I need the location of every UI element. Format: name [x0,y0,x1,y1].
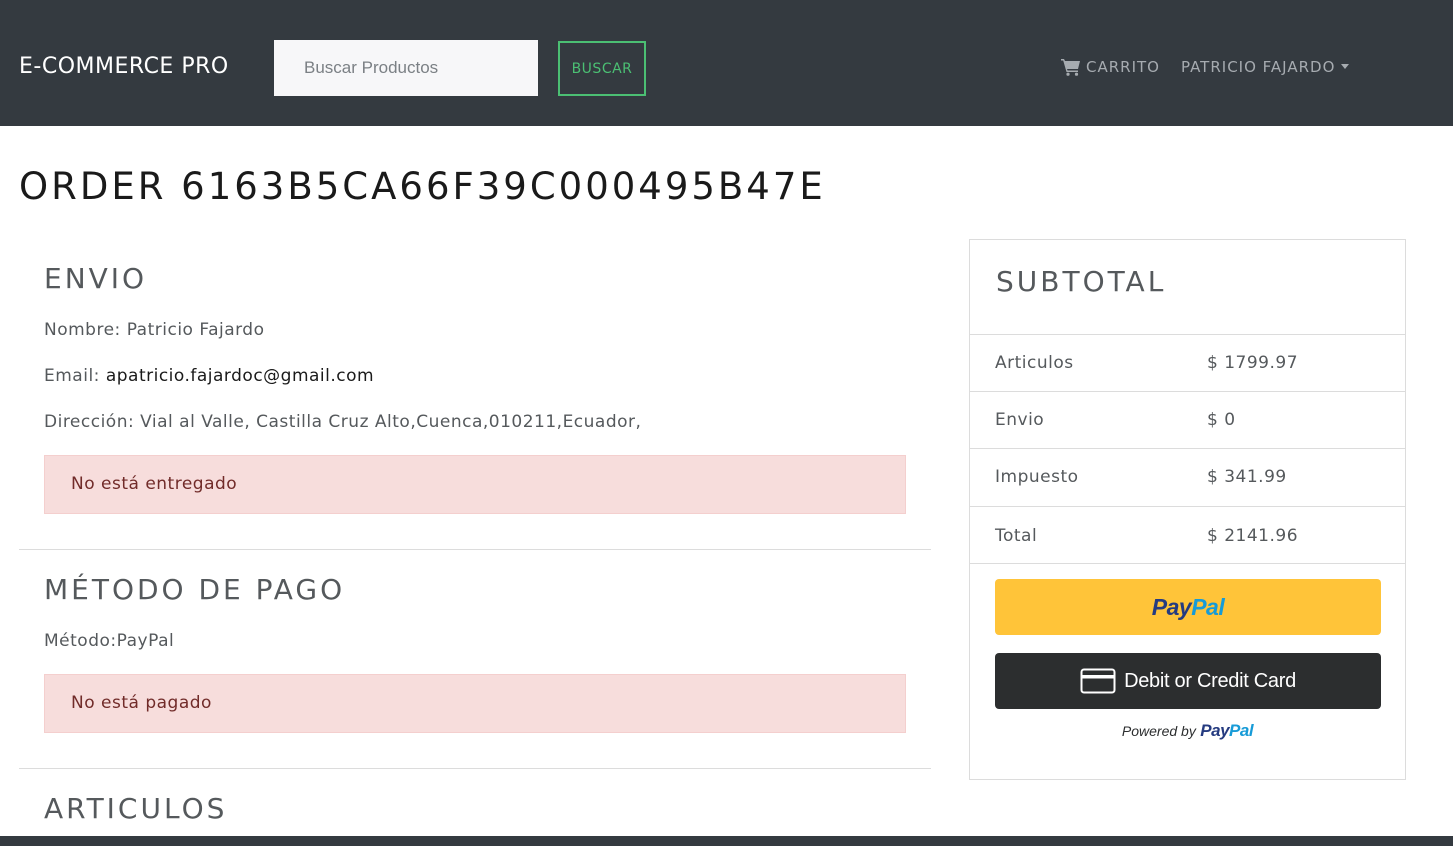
summary-row-label: Total [995,526,1038,546]
shipping-heading: ENVIO [44,262,148,295]
shipping-name-label: Nombre: [44,320,121,340]
divider [19,549,931,550]
shipping-address: Dirección: Vial al Valle, Castilla Cruz … [44,410,641,434]
search-input[interactable] [274,40,538,96]
divider [970,563,1405,564]
search-button[interactable]: BUSCAR [558,41,646,96]
nav-cart-label: CARRITO [1086,58,1160,76]
user-menu-label: PATRICIO FAJARDO [1181,58,1336,76]
payment-heading: MÉTODO DE PAGO [44,573,346,606]
divider [19,768,931,769]
shipping-email-link[interactable]: apatricio.fajardoc@gmail.com [106,366,374,386]
summary-heading: SUBTOTAL [996,265,1167,298]
paypal-logo-small: PayPal [1200,721,1254,740]
summary-row-value: $ 2141.96 [1207,526,1299,546]
summary-row-label: Articulos [995,353,1074,373]
delivery-status-alert: No está entregado [44,455,906,514]
user-menu-dropdown[interactable]: PATRICIO FAJARDO [1181,57,1350,77]
powered-by-text: Powered by [1121,723,1196,739]
shipping-email-label: Email: [44,366,100,386]
footer-bar [0,836,1453,846]
shipping-name: Nombre: Patricio Fajardo [44,318,265,342]
summary-row-value: $ 1799.97 [1207,353,1299,373]
summary-row-value: $ 341.99 [1207,467,1287,487]
payment-method: Método:PayPal [44,629,174,653]
credit-card-icon [1080,668,1116,694]
brand-logo[interactable]: E-COMMERCE PRO [19,53,229,81]
payment-status-alert: No está pagado [44,674,906,733]
paypal-logo: PayPal [1151,593,1225,620]
page-title: ORDER 6163B5CA66F39C000495B47E [19,165,826,208]
summary-row-label: Envio [995,410,1045,430]
summary-row-items: Articulos $ 1799.97 [970,334,1405,391]
debit-credit-card-label: Debit or Credit Card [1124,669,1296,692]
caret-down-icon [1341,63,1350,69]
nav-cart-link[interactable]: CARRITO [1061,57,1160,77]
payment-method-label: Método: [44,631,117,651]
payment-method-value: PayPal [116,631,175,651]
shipping-address-value: Vial al Valle, Castilla Cruz Alto,Cuenca… [140,412,642,432]
summary-row-shipping: Envio $ 0 [970,391,1405,448]
shopping-cart-icon [1061,59,1080,76]
shipping-email: Email: apatricio.fajardoc@gmail.com [44,364,374,388]
shipping-name-value: Patricio Fajardo [126,320,265,340]
shipping-address-label: Dirección: [44,412,135,432]
powered-by-paypal: Powered by PayPal [970,721,1405,741]
summary-row-label: Impuesto [995,467,1079,487]
summary-row-value: $ 0 [1207,410,1236,430]
items-heading: ARTICULOS [44,792,228,825]
order-summary-card: SUBTOTAL Articulos $ 1799.97 Envio $ 0 I… [969,239,1406,780]
summary-row-tax: Impuesto $ 341.99 [970,448,1405,506]
paypal-button[interactable]: PayPal [995,579,1381,635]
summary-row-total: Total $ 2141.96 [970,506,1405,564]
navbar: E-COMMERCE PRO BUSCAR CARRITO PATRICIO F… [0,0,1453,126]
debit-credit-card-button[interactable]: Debit or Credit Card [995,653,1381,709]
